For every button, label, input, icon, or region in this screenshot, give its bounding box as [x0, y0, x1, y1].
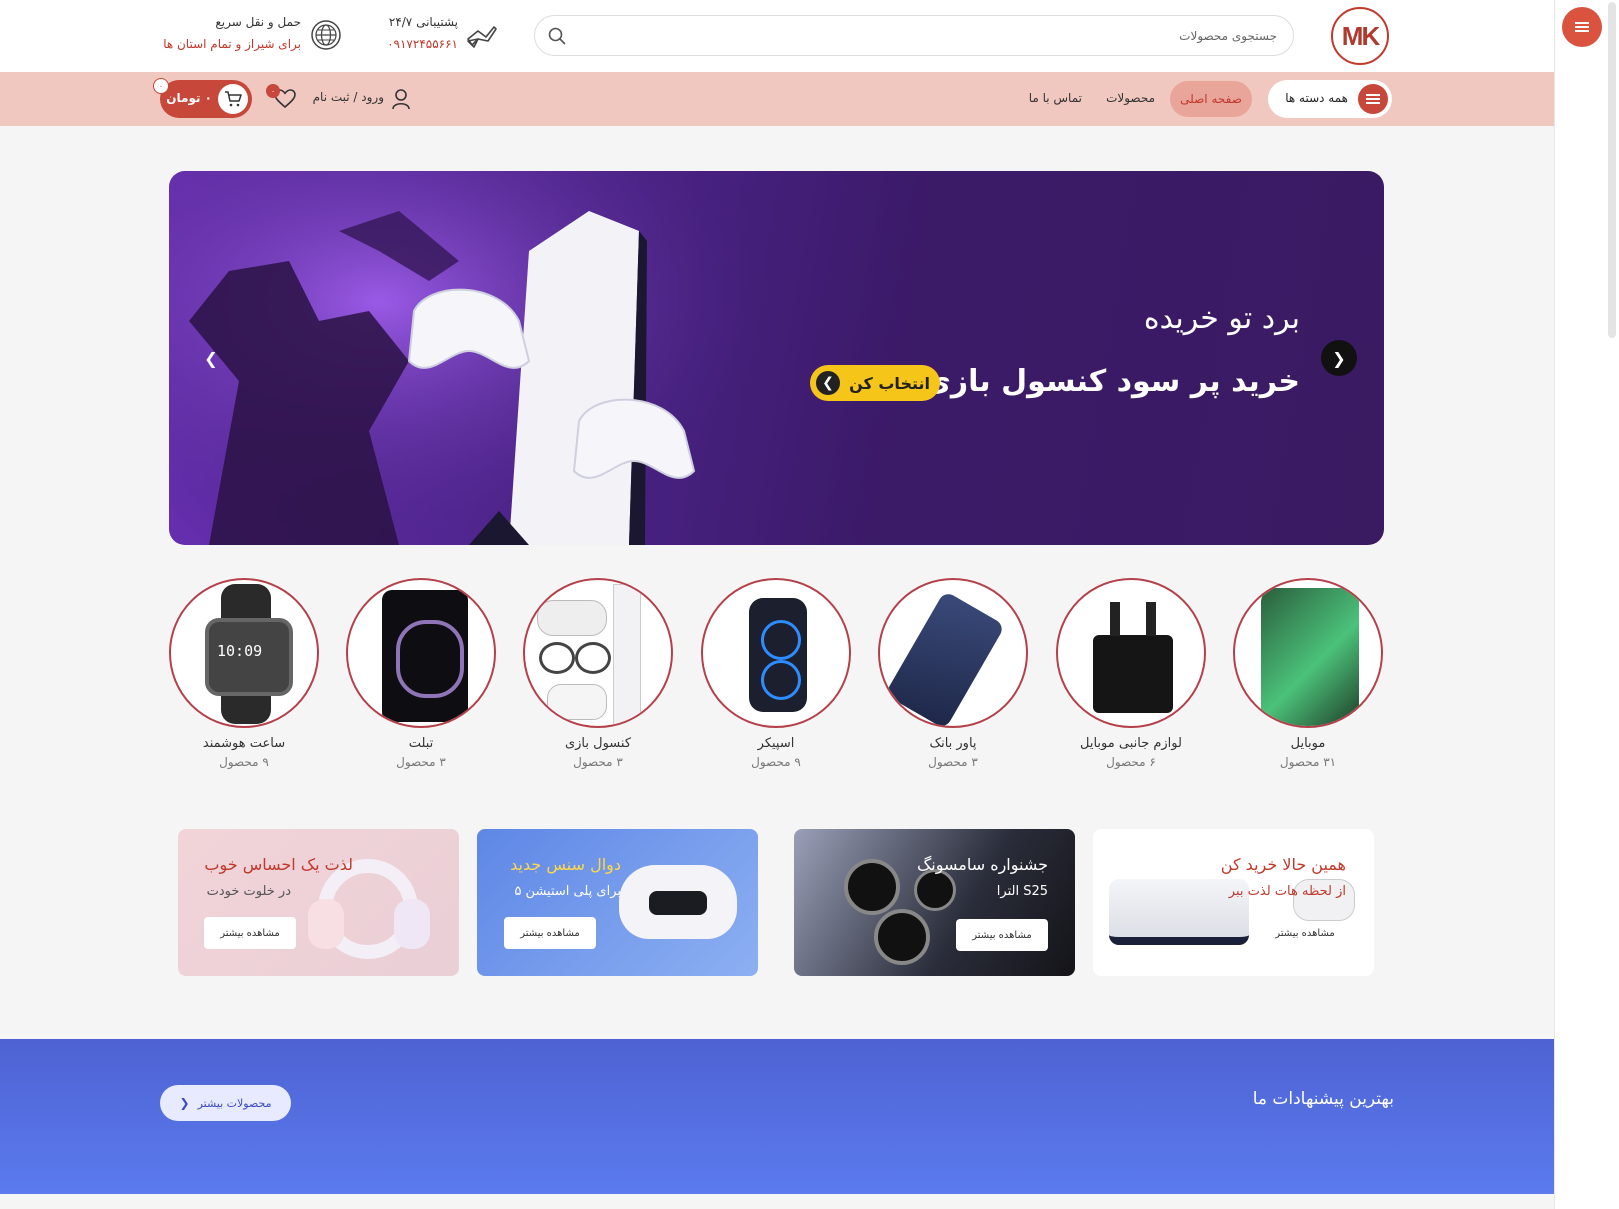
cart-total: ۰ تومان	[166, 91, 212, 105]
promo-title: جشنواره سامسونگ	[916, 855, 1048, 874]
search-input[interactable]	[579, 24, 1279, 48]
user-icon[interactable]	[391, 88, 411, 110]
category-item[interactable]: تبلت ۳ محصول	[346, 578, 496, 769]
category-name: پاور بانک	[929, 736, 977, 751]
category-item[interactable]: لوازم جانبی موبایل ۶ محصول	[1056, 578, 1206, 769]
promo-title: لذت یک احساس خوب	[204, 855, 353, 874]
hamburger-icon	[1575, 22, 1589, 32]
console-image	[523, 578, 673, 728]
promo-more-button[interactable]: مشاهده بیشتر	[956, 919, 1048, 951]
scrollbar[interactable]	[1608, 2, 1616, 338]
login-link[interactable]: ورود / ثبت نام	[313, 90, 384, 104]
wishlist-badge: ۰	[266, 84, 280, 98]
shipping-title: حمل و نقل سریع	[215, 15, 301, 29]
category-item[interactable]: 10:09 ساعت هوشمند ۹ محصول	[169, 578, 319, 769]
promo-subtitle: S25 الترا	[996, 884, 1048, 899]
search-icon[interactable]	[547, 26, 567, 46]
chevron-left-icon: ❮	[179, 1096, 190, 1110]
promo-card[interactable]: دوال سنس جدید برای پلی استیشن ۵ مشاهده ب…	[477, 829, 758, 976]
category-name: لوازم جانبی موبایل	[1080, 736, 1182, 751]
site-logo[interactable]: MK	[1331, 7, 1389, 65]
cart-icon	[218, 84, 248, 114]
promo-card[interactable]: جشنواره سامسونگ S25 الترا مشاهده بیشتر	[794, 829, 1075, 976]
shipping-subtitle: برای شیراز و تمام استان ها	[163, 37, 301, 51]
hero-cta-button[interactable]: انتخاب کن ❯	[810, 365, 940, 401]
nav-home[interactable]: صفحه اصلی	[1170, 81, 1252, 117]
search-box[interactable]	[534, 15, 1294, 56]
category-count: ۳ محصول	[573, 755, 623, 769]
powerbank-image	[878, 578, 1028, 728]
all-categories-label: همه دسته ها	[1285, 91, 1348, 105]
cart-button[interactable]: ۰ تومان	[160, 80, 252, 118]
category-count: ۳ محصول	[928, 755, 978, 769]
category-item[interactable]: موبایل ۳۱ محصول	[1233, 578, 1383, 769]
category-name: تبلت	[408, 736, 434, 751]
side-menu-button[interactable]	[1562, 7, 1602, 47]
all-categories-button[interactable]: همه دسته ها	[1268, 80, 1392, 118]
promo-subtitle: برای پلی استیشن ۵	[514, 884, 621, 899]
promo-subtitle: از لحظه هات لذت ببر	[1228, 884, 1346, 899]
support-phone[interactable]: ۰۹۱۷۲۴۵۵۶۶۱	[387, 37, 458, 51]
promo-subtitle: در خلوت خودت	[206, 884, 291, 899]
hero-cta-label: انتخاب کن	[849, 373, 930, 393]
chevron-right-icon: ❯	[1332, 348, 1346, 368]
promo-more-button[interactable]: مشاهده بیشتر	[504, 917, 596, 949]
nav-contact[interactable]: تماس با ما	[1029, 91, 1082, 105]
console-hero-image	[169, 171, 769, 545]
promo-more-button[interactable]: مشاهده بیشتر	[1259, 917, 1351, 949]
promo-more-button[interactable]: مشاهده بیشتر	[204, 917, 296, 949]
category-count: ۹ محصول	[751, 755, 801, 769]
offers-title: بهترین پیشنهادات ما	[1252, 1089, 1394, 1109]
category-count: ۳۱ محصول	[1279, 755, 1337, 769]
promo-title: دوال سنس جدید	[510, 855, 621, 874]
category-name: کنسول بازی	[564, 736, 632, 751]
hero-headline: خرید پر سود کنسول بازی	[923, 364, 1300, 399]
nav-products[interactable]: محصولات	[1106, 91, 1155, 105]
promo-card[interactable]: لذت یک احساس خوب در خلوت خودت مشاهده بیش…	[178, 829, 459, 976]
speaker-image	[701, 578, 851, 728]
next-slide-button[interactable]: ❯	[1321, 340, 1357, 376]
logo-text: MK	[1341, 20, 1380, 51]
category-name: موبایل	[1290, 736, 1326, 751]
tablet-image	[346, 578, 496, 728]
chevron-left-icon: ❮	[204, 348, 218, 368]
category-item[interactable]: اسپیکر ۹ محصول	[701, 578, 851, 769]
category-name: اسپیکر	[757, 736, 795, 751]
support-icon	[467, 26, 497, 48]
promo-title: همین حالا خرید کن	[1220, 855, 1346, 874]
category-count: ۳ محصول	[396, 755, 446, 769]
category-item[interactable]: کنسول بازی ۳ محصول	[523, 578, 673, 769]
globe-icon	[311, 20, 341, 50]
category-item[interactable]: پاور بانک ۳ محصول	[878, 578, 1028, 769]
menu-icon	[1358, 84, 1388, 114]
more-products-label: محصولات بیشتر	[197, 1096, 272, 1110]
category-count: ۶ محصول	[1106, 755, 1156, 769]
hero-banner[interactable]: برد تو خریده خرید پر سود کنسول بازی انتخ…	[169, 171, 1384, 545]
chevron-right-icon: ❯	[816, 371, 840, 395]
category-name: ساعت هوشمند	[202, 736, 286, 751]
more-products-button[interactable]: محصولات بیشتر ❮	[160, 1085, 291, 1121]
phone-image	[1233, 578, 1383, 728]
support-title: پشتیبانی ۲۴/۷	[388, 15, 458, 29]
promo-card[interactable]: همین حالا خرید کن از لحظه هات لذت ببر مش…	[1093, 829, 1374, 976]
watch-image: 10:09	[169, 578, 319, 728]
cart-badge: ۰	[153, 78, 169, 94]
category-count: ۹ محصول	[219, 755, 269, 769]
hero-title: برد تو خریده	[1143, 301, 1300, 336]
prev-slide-button[interactable]: ❮	[193, 340, 229, 376]
camera-lens-image	[844, 859, 900, 915]
charger-image	[1056, 578, 1206, 728]
